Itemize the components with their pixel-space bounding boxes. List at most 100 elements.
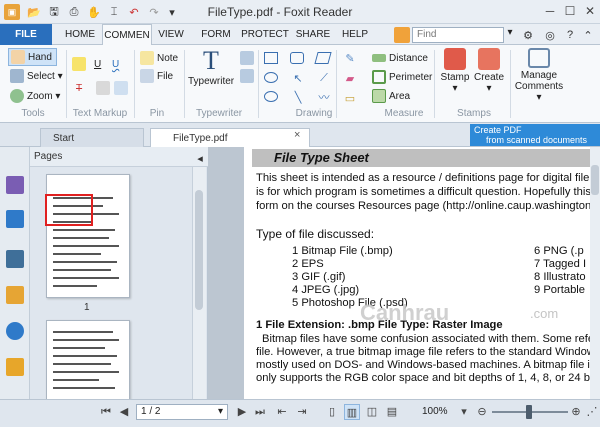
visible-area-indicator[interactable] xyxy=(45,194,93,226)
collapse-panel-icon[interactable]: ◂ xyxy=(192,150,208,166)
stamp-button[interactable]: Stamp ▾ xyxy=(438,48,472,94)
group-divider xyxy=(510,50,511,118)
tab-home[interactable]: HOME xyxy=(60,24,100,45)
polyline-tool-icon[interactable]: ⟋ xyxy=(316,70,332,86)
bookmarks-icon[interactable] xyxy=(6,176,24,194)
textbox-button[interactable] xyxy=(240,68,257,86)
doc-text-line: Bitmap files have some confusion associa… xyxy=(262,333,595,345)
zoom-in-icon[interactable]: ⊕ xyxy=(568,404,584,420)
account-icon[interactable]: ◎ xyxy=(542,27,558,43)
zoom-level[interactable]: 100% xyxy=(422,404,448,420)
single-page-icon[interactable]: ▯ xyxy=(324,404,340,420)
hand-button[interactable]: Hand xyxy=(8,48,57,66)
search-options-icon[interactable]: ▾ xyxy=(505,27,515,43)
zoom-dropdown-icon[interactable]: ▾ xyxy=(456,404,472,420)
doc-text-line: mostly used on DOS- and Windows-based ma… xyxy=(256,359,596,371)
last-page-icon[interactable]: ⏭ xyxy=(252,404,268,420)
replace-text-icon xyxy=(96,81,110,96)
settings-gear-icon[interactable]: ⚙ xyxy=(520,27,536,43)
select-button[interactable]: Select ▾ xyxy=(10,68,63,86)
document-title: File Type Sheet xyxy=(252,149,592,167)
tab-share[interactable]: SHARE xyxy=(294,24,332,45)
manage-comments-button[interactable]: Manage Comments ▾ xyxy=(512,48,566,103)
facing-pages-icon[interactable]: ◫ xyxy=(364,404,380,420)
minimize-button[interactable]: ─ xyxy=(540,0,560,22)
area-button[interactable]: Area xyxy=(372,88,410,106)
doc-text-line: is for which program is sometimes a diff… xyxy=(256,186,600,198)
hand-icon xyxy=(11,50,25,65)
previous-page-icon[interactable]: ◀ xyxy=(116,404,132,420)
create-stamp-button[interactable]: Create ▾ xyxy=(472,48,506,94)
tab-form[interactable]: FORM xyxy=(198,24,234,45)
freeform-tool-icon[interactable]: 〰 xyxy=(316,89,332,105)
callout-button[interactable] xyxy=(240,50,257,68)
watermark-suffix: .com xyxy=(530,306,559,321)
group-label-stamps: Stamps xyxy=(457,108,491,119)
pages-scrollbar-thumb[interactable] xyxy=(195,190,203,310)
note-button[interactable]: Note xyxy=(140,50,178,68)
replace-text-button[interactable] xyxy=(96,80,113,98)
perimeter-button[interactable]: Perimeter xyxy=(372,69,432,87)
typewriter-button[interactable]: T Typewriter xyxy=(188,46,234,88)
tab-filetype-pdf[interactable]: FileType.pdf xyxy=(150,128,310,147)
group-label-drawing: Drawing xyxy=(295,108,333,119)
highlight-button[interactable] xyxy=(72,56,89,74)
close-window-button[interactable]: ✕ xyxy=(580,0,600,22)
continuous-facing-icon[interactable]: ▤ xyxy=(384,404,400,420)
pages-icon[interactable] xyxy=(6,210,24,228)
continuous-page-icon[interactable]: ▥ xyxy=(344,404,360,420)
page-thumbnail-2[interactable] xyxy=(46,320,130,400)
pencil-icon[interactable]: ✎ xyxy=(342,50,358,66)
squiggly-button[interactable]: U xyxy=(112,56,119,74)
distance-button[interactable]: Distance xyxy=(372,50,428,68)
maximize-button[interactable]: ☐ xyxy=(560,0,580,22)
group-divider xyxy=(134,50,135,118)
next-page-icon[interactable]: ▶ xyxy=(234,404,250,420)
page-number-field[interactable]: 1 / 2 ▾ xyxy=(136,404,228,420)
tab-comment[interactable]: COMMEN xyxy=(102,24,152,46)
tab-start[interactable]: Start xyxy=(40,128,144,147)
arrow-tool-icon[interactable]: ↖ xyxy=(290,70,306,86)
strikeout-button[interactable]: T xyxy=(76,80,82,98)
tab-view[interactable]: VIEW xyxy=(154,24,188,45)
next-view-icon[interactable]: ⇥ xyxy=(294,404,310,420)
ribbon-collapse-icon[interactable]: ⌃ xyxy=(580,27,596,43)
group-divider xyxy=(434,50,435,118)
highlighter-area-icon[interactable]: ▭ xyxy=(342,90,358,106)
group-label-measure: Measure xyxy=(384,108,424,119)
eraser-icon[interactable]: ▰ xyxy=(342,70,358,86)
rectangle-tool-icon[interactable] xyxy=(264,52,278,64)
line-tool-icon[interactable]: ╲ xyxy=(290,89,306,105)
zoom-out-icon[interactable]: ⊖ xyxy=(474,404,490,420)
first-page-icon[interactable]: ⏮ xyxy=(98,404,114,420)
attachments-icon[interactable] xyxy=(6,322,24,340)
oval-tool-icon[interactable] xyxy=(264,72,278,83)
previous-view-icon[interactable]: ⇤ xyxy=(274,404,290,420)
page-thumbnail-1[interactable] xyxy=(46,174,130,298)
group-label-text-markup: Text Markup xyxy=(72,108,128,119)
comments-panel-icon[interactable] xyxy=(6,286,24,304)
page-dropdown-icon[interactable]: ▾ xyxy=(218,405,223,419)
page-thumbnail-number: 1 xyxy=(84,302,90,313)
circle-tool-icon[interactable] xyxy=(264,91,278,102)
document-scrollbar-thumb[interactable] xyxy=(591,165,599,195)
cloud-tool-icon[interactable] xyxy=(290,52,304,64)
file-type-item: 2 EPS xyxy=(292,258,324,270)
zoom-slider-handle[interactable] xyxy=(526,405,532,419)
layers-icon[interactable] xyxy=(6,250,24,268)
help-icon[interactable]: ? xyxy=(562,27,578,43)
typewriter-icon: T xyxy=(203,46,219,75)
tab-help[interactable]: HELP xyxy=(340,24,370,45)
pages-panel-title: Pages xyxy=(30,147,208,167)
zoom-button[interactable]: Zoom ▾ xyxy=(10,88,60,106)
create-pdf-promo-banner[interactable]: Create PDF from scanned documents xyxy=(470,124,600,146)
tab-protect[interactable]: PROTECT xyxy=(240,24,290,45)
tab-file[interactable]: FILE xyxy=(0,24,52,45)
resize-grip-icon[interactable]: ⋰ xyxy=(584,404,600,420)
search-input[interactable]: Find xyxy=(412,27,504,43)
file-attach-button[interactable]: File xyxy=(140,68,173,86)
insert-text-button[interactable] xyxy=(114,80,131,98)
underline-button[interactable]: U xyxy=(94,56,101,74)
security-lock-icon[interactable] xyxy=(6,358,24,376)
close-tab-icon[interactable]: × xyxy=(294,129,300,141)
